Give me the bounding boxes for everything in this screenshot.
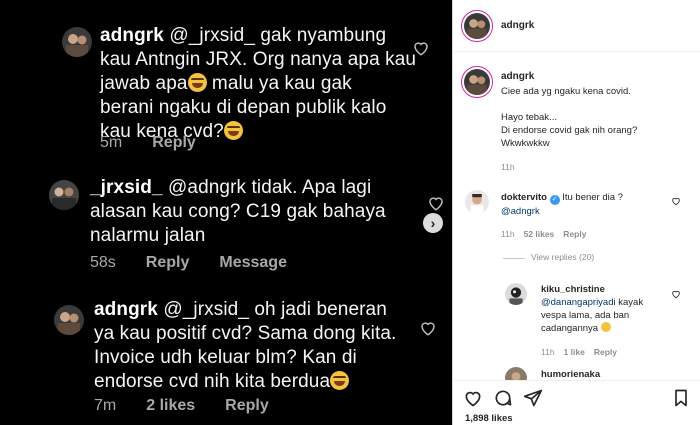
avatar[interactable] [465, 190, 489, 214]
chevron-right-icon[interactable]: › [423, 213, 443, 233]
action-bar: 1,898 likes [453, 380, 700, 425]
story-comment-screenshot: adngrk @_jrxsid_ gak nyambung kau Antngi… [0, 0, 452, 425]
likes-count[interactable]: 1 like [564, 347, 585, 357]
caption-username[interactable]: adngrk [501, 71, 534, 82]
reply-button[interactable]: Reply [225, 397, 269, 415]
laughing-emoji-icon [600, 322, 611, 332]
comment-meta: 7m 2 likes Reply [94, 397, 269, 415]
like-heart-icon[interactable] [671, 196, 681, 206]
reply-meta: 11h 1 like Reply [541, 347, 617, 357]
reply-button[interactable]: Reply [563, 229, 586, 239]
laughing-emoji-icon [223, 121, 243, 140]
comment-time: 7m [94, 397, 117, 414]
heart-icon[interactable] [463, 388, 483, 408]
reply-button[interactable]: Reply [146, 254, 190, 272]
share-icon[interactable] [523, 388, 543, 408]
view-replies-button[interactable]: View replies (20) [531, 252, 594, 262]
likes-total[interactable]: 1,898 likes [465, 413, 513, 424]
comment-text: adngrk @_jrxsid_ gak nyambung kau Antngi… [100, 25, 417, 142]
like-heart-icon[interactable] [671, 289, 681, 299]
comment-text: _jrxsid_ @adngrk tidak. Apa lagi alasan … [90, 177, 386, 246]
comment-time: 58s [90, 254, 116, 271]
laughing-emoji-icon [330, 371, 350, 390]
verified-badge-icon: ✓ [549, 195, 560, 205]
reply-text: kiku_christine @danangapriyadi kayak ves… [541, 284, 644, 334]
reply-username[interactable]: kiku_christine [541, 284, 605, 295]
avatar[interactable] [49, 180, 79, 210]
like-heart-icon[interactable] [412, 39, 430, 57]
likes-count[interactable]: 52 likes [524, 229, 555, 239]
comment-meta: 58s Reply Message [90, 254, 287, 272]
message-button[interactable]: Message [219, 254, 287, 272]
bookmark-icon[interactable] [671, 388, 691, 408]
comment-username[interactable]: _jrxsid_ [90, 177, 163, 198]
avatar[interactable] [464, 13, 490, 39]
post-username[interactable]: adngrk [501, 20, 534, 31]
comment-icon[interactable] [493, 388, 513, 408]
caption-time: 11h [501, 162, 515, 172]
laughing-emoji-icon [187, 73, 207, 92]
reply-button[interactable]: Reply [594, 347, 617, 357]
comment-meta: 11h 52 likes Reply [501, 229, 586, 239]
post-sidebar: adngrk adngrk Ciee ada yg ngaku kena cov… [452, 0, 700, 425]
comment-username[interactable]: adngrk [94, 299, 158, 320]
like-heart-icon[interactable] [427, 194, 445, 212]
avatar[interactable] [54, 305, 84, 335]
likes-count[interactable]: 2 likes [146, 397, 195, 415]
avatar[interactable] [505, 283, 527, 305]
reply-time: 11h [541, 347, 555, 357]
comment-meta: 5m Reply [100, 134, 196, 152]
divider [503, 258, 525, 259]
comment-time: 5m [100, 134, 123, 151]
reply-username[interactable]: humorienaka [541, 369, 600, 380]
like-heart-icon[interactable] [419, 319, 437, 337]
comment-text: adngrk @_jrxsid_ oh jadi beneran ya kau … [94, 299, 397, 392]
reply-button[interactable]: Reply [152, 134, 196, 152]
avatar[interactable] [62, 27, 92, 57]
mention-link[interactable]: @danangapriyadi [541, 297, 616, 308]
caption-meta: 11h [501, 162, 515, 172]
caption-text: Ciee ada yg ngaku kena covid. Hayo tebak… [501, 86, 638, 149]
comment-username[interactable]: doktervito [501, 192, 547, 203]
comment-text: doktervito ✓ Itu bener dia ? @adngrk [501, 192, 623, 217]
avatar[interactable] [464, 69, 490, 95]
comment-time: 11h [501, 229, 515, 239]
comment-username[interactable]: adngrk [100, 25, 164, 46]
mention-link[interactable]: @adngrk [501, 206, 540, 217]
post-header: adngrk [453, 0, 700, 52]
